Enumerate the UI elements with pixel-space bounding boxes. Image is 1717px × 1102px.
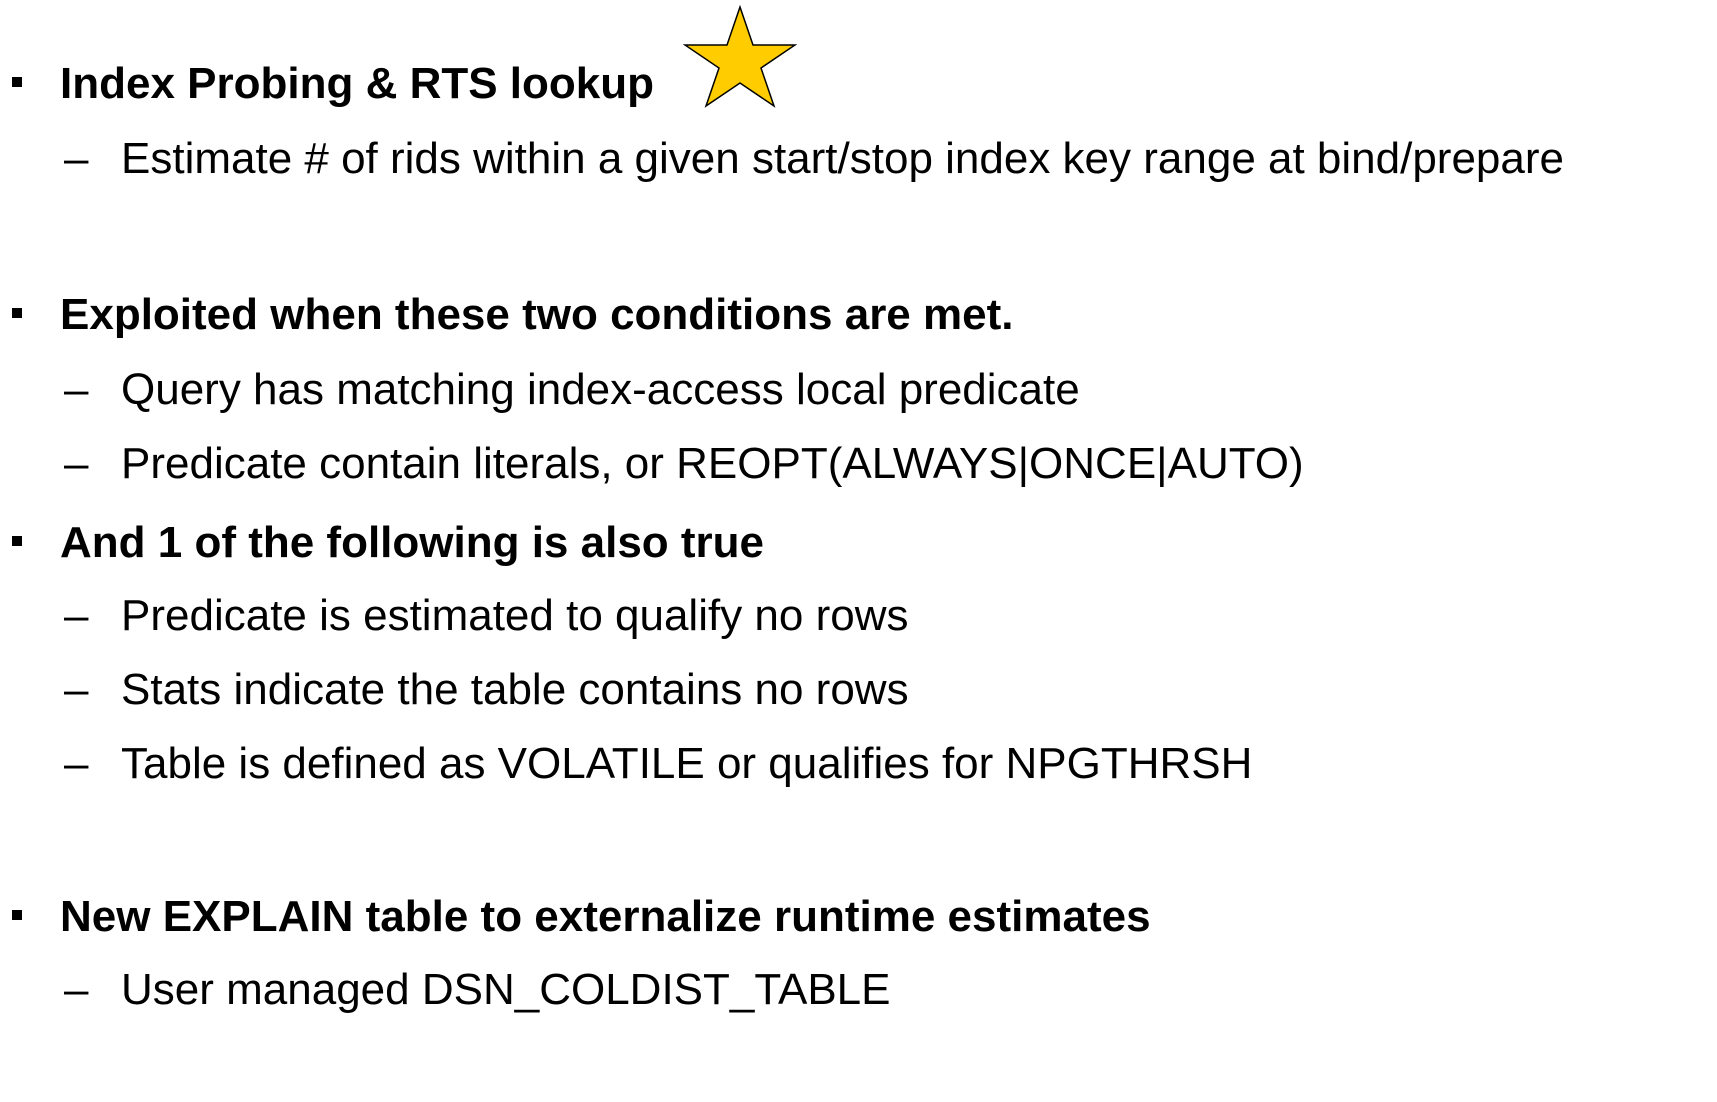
star-icon (683, 5, 797, 108)
dash-bullet: – (64, 739, 89, 788)
dash-bullet: – (64, 134, 89, 183)
dash-bullet: – (64, 365, 89, 414)
sub-bullet-text: Query has matching index-access local pr… (121, 365, 1080, 414)
square-bullet-icon (12, 910, 22, 920)
sub-bullet-text: User managed DSN_COLDIST_TABLE (121, 965, 891, 1014)
bullet-text: Index Probing & RTS lookup (60, 59, 654, 108)
dash-bullet: – (64, 965, 89, 1014)
sub-bullet-text: Predicate is estimated to qualify no row… (121, 591, 909, 640)
sub-bullet-text: Predicate contain literals, or REOPT(ALW… (121, 439, 1304, 488)
sub-bullet-text: Table is defined as VOLATILE or qualifie… (121, 739, 1253, 788)
sub-bullet-text: Stats indicate the table contains no row… (121, 665, 909, 714)
dash-bullet: – (64, 439, 89, 488)
square-bullet-icon (12, 536, 22, 546)
square-bullet-icon (12, 77, 22, 87)
dash-bullet: – (64, 591, 89, 640)
slide: Index Probing & RTS lookup – Estimate # … (0, 0, 1717, 1102)
bullet-text: And 1 of the following is also true (60, 518, 765, 567)
sub-bullet-text: Estimate # of rids within a given start/… (121, 134, 1564, 183)
bullet-text: Exploited when these two conditions are … (60, 290, 1014, 339)
dash-bullet: – (64, 665, 89, 714)
bullet-text: New EXPLAIN table to externalize runtime… (60, 892, 1151, 941)
square-bullet-icon (12, 308, 22, 318)
